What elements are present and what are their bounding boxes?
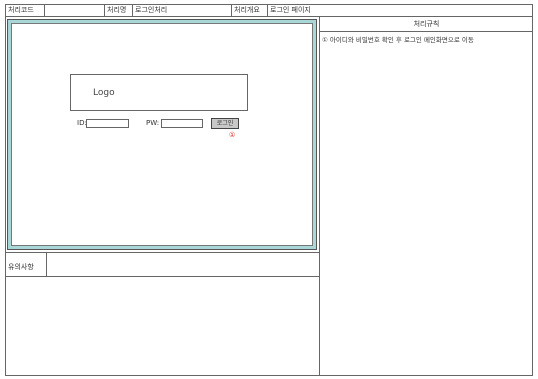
notes-value	[48, 259, 50, 271]
notes-label: 유의사항	[8, 263, 34, 271]
screen-panel: Logo ID: PW: 로그인 ① 유의사항	[6, 17, 320, 375]
pw-input[interactable]	[161, 119, 203, 128]
process-name-value: 로그인처리	[135, 6, 168, 14]
process-code-label: 처리코드	[8, 6, 34, 14]
process-overview-label: 처리개요	[234, 6, 260, 14]
process-name-label: 처리명	[107, 6, 127, 14]
logo-placeholder: Logo	[70, 74, 248, 111]
rules-title: 처리규칙	[320, 17, 533, 32]
step-marker: ①	[229, 131, 236, 139]
screen-mockup-frame: Logo ID: PW: 로그인 ①	[7, 19, 317, 250]
pw-label: PW:	[146, 119, 160, 127]
login-screen: Logo ID: PW: 로그인 ①	[11, 23, 313, 246]
process-overview-value: 로그인 페이지	[270, 6, 311, 14]
rules-panel: 처리규칙 ① 아이디와 비밀번호 확인 후 로그인 메인화면으로 이동	[320, 17, 533, 375]
notes-row: 유의사항	[6, 252, 320, 277]
divider	[46, 253, 47, 277]
login-button[interactable]: 로그인	[211, 118, 239, 129]
rule-item: ① 아이디와 비밀번호 확인 후 로그인 메인화면으로 이동	[322, 36, 474, 44]
header-row: 처리코드 처리명 로그인처리 처리개요 로그인 페이지	[6, 5, 532, 17]
process-spec-sheet: 처리코드 처리명 로그인처리 처리개요 로그인 페이지 Logo ID: PW:…	[5, 4, 533, 376]
process-code-value	[45, 5, 47, 17]
id-input[interactable]	[86, 119, 129, 128]
logo-text: Logo	[93, 88, 115, 98]
